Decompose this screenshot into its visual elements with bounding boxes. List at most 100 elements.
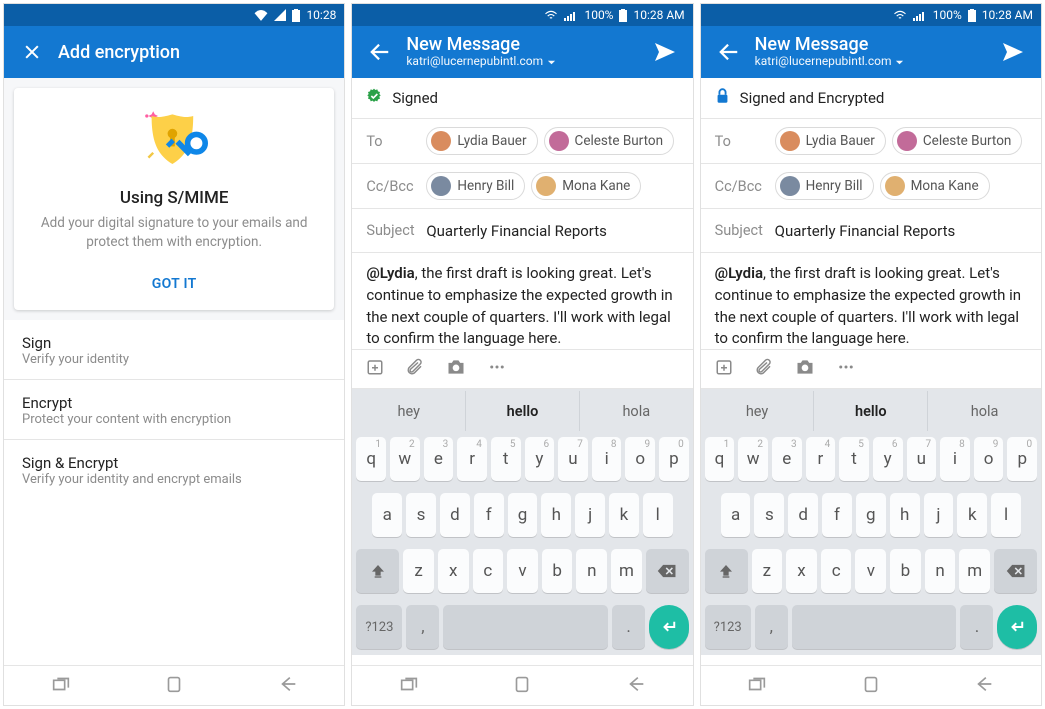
key-g[interactable]: g bbox=[508, 493, 538, 537]
key-z[interactable]: z bbox=[752, 549, 783, 593]
more-icon[interactable] bbox=[837, 358, 855, 380]
home-icon[interactable] bbox=[860, 673, 882, 699]
key-y[interactable]: y6 bbox=[525, 437, 555, 481]
key-v[interactable]: v bbox=[507, 549, 538, 593]
recent-apps-icon[interactable] bbox=[398, 673, 420, 699]
email-body[interactable]: @Lydia, the first draft is looking great… bbox=[352, 253, 692, 349]
key-o[interactable]: o9 bbox=[625, 437, 655, 481]
key-w[interactable]: w2 bbox=[738, 437, 768, 481]
key-r[interactable]: r4 bbox=[806, 437, 836, 481]
option-encrypt[interactable]: Encrypt Protect your content with encryp… bbox=[4, 380, 344, 440]
recipient-chip[interactable]: Celeste Burton bbox=[892, 127, 1022, 155]
recipient-chip[interactable]: Lydia Bauer bbox=[775, 127, 886, 155]
key-l[interactable]: l bbox=[991, 493, 1021, 537]
key-g[interactable]: g bbox=[856, 493, 886, 537]
got-it-button[interactable]: GOT IT bbox=[38, 266, 310, 302]
shift-key[interactable] bbox=[705, 549, 748, 593]
subject-row[interactable]: Subject Quarterly Financial Reports bbox=[352, 209, 692, 253]
key-d[interactable]: d bbox=[788, 493, 818, 537]
cc-row[interactable]: Cc/Bcc Henry Bill Mona Kane bbox=[352, 164, 692, 209]
key-a[interactable]: a bbox=[721, 493, 751, 537]
suggestion[interactable]: hey bbox=[701, 391, 815, 431]
recipient-chip[interactable]: Lydia Bauer bbox=[426, 127, 537, 155]
key-n[interactable]: n bbox=[576, 549, 607, 593]
camera-icon[interactable] bbox=[446, 358, 466, 380]
key-f[interactable]: f bbox=[822, 493, 852, 537]
key-p[interactable]: p0 bbox=[659, 437, 689, 481]
recipient-chip[interactable]: Celeste Burton bbox=[544, 127, 674, 155]
key-m[interactable]: m bbox=[959, 549, 990, 593]
key-i[interactable]: i8 bbox=[940, 437, 970, 481]
calendar-add-icon[interactable] bbox=[366, 358, 384, 380]
key-z[interactable]: z bbox=[403, 549, 434, 593]
key-a[interactable]: a bbox=[372, 493, 402, 537]
key-x[interactable]: x bbox=[438, 549, 469, 593]
option-sign[interactable]: Sign Verify your identity bbox=[4, 320, 344, 380]
to-row[interactable]: To Lydia Bauer Celeste Burton bbox=[352, 119, 692, 164]
key-h[interactable]: h bbox=[541, 493, 571, 537]
close-icon[interactable] bbox=[18, 38, 46, 66]
home-icon[interactable] bbox=[163, 673, 185, 699]
key-c[interactable]: c bbox=[821, 549, 852, 593]
key-u[interactable]: u7 bbox=[558, 437, 588, 481]
period-key[interactable]: . bbox=[960, 605, 993, 649]
security-banner[interactable]: Signed bbox=[352, 78, 692, 119]
backspace-key[interactable] bbox=[646, 549, 689, 593]
key-j[interactable]: j bbox=[924, 493, 954, 537]
more-icon[interactable] bbox=[488, 358, 506, 380]
calendar-add-icon[interactable] bbox=[715, 358, 733, 380]
home-icon[interactable] bbox=[511, 673, 533, 699]
suggestion[interactable]: hola bbox=[580, 391, 693, 431]
key-c[interactable]: c bbox=[473, 549, 504, 593]
subject-row[interactable]: Subject Quarterly Financial Reports bbox=[701, 209, 1041, 253]
key-b[interactable]: b bbox=[542, 549, 573, 593]
key-i[interactable]: i8 bbox=[592, 437, 622, 481]
camera-icon[interactable] bbox=[795, 358, 815, 380]
back-icon[interactable] bbox=[973, 673, 995, 699]
to-row[interactable]: To Lydia Bauer Celeste Burton bbox=[701, 119, 1041, 164]
recent-apps-icon[interactable] bbox=[746, 673, 768, 699]
shift-key[interactable] bbox=[356, 549, 399, 593]
key-f[interactable]: f bbox=[474, 493, 504, 537]
key-o[interactable]: o9 bbox=[974, 437, 1004, 481]
period-key[interactable]: . bbox=[612, 605, 645, 649]
symbols-key[interactable]: ?123 bbox=[356, 605, 402, 649]
attachment-icon[interactable] bbox=[755, 358, 773, 380]
attachment-icon[interactable] bbox=[406, 358, 424, 380]
key-b[interactable]: b bbox=[890, 549, 921, 593]
key-q[interactable]: q1 bbox=[705, 437, 735, 481]
key-t[interactable]: t5 bbox=[491, 437, 521, 481]
key-r[interactable]: r4 bbox=[457, 437, 487, 481]
key-e[interactable]: e3 bbox=[772, 437, 802, 481]
symbols-key[interactable]: ?123 bbox=[705, 605, 751, 649]
back-arrow-icon[interactable] bbox=[715, 38, 743, 66]
key-t[interactable]: t5 bbox=[839, 437, 869, 481]
enter-key[interactable] bbox=[649, 605, 689, 649]
key-u[interactable]: u7 bbox=[907, 437, 937, 481]
security-banner[interactable]: Signed and Encrypted bbox=[701, 78, 1041, 119]
comma-key[interactable]: , bbox=[406, 605, 439, 649]
email-body[interactable]: @Lydia, the first draft is looking great… bbox=[701, 253, 1041, 349]
space-key[interactable] bbox=[792, 605, 957, 649]
key-h[interactable]: h bbox=[890, 493, 920, 537]
back-icon[interactable] bbox=[625, 673, 647, 699]
from-account-picker[interactable]: katri@lucernepubintl.com bbox=[755, 55, 905, 69]
suggestion[interactable]: hey bbox=[352, 391, 466, 431]
recent-apps-icon[interactable] bbox=[50, 673, 72, 699]
option-sign-encrypt[interactable]: Sign & Encrypt Verify your identity and … bbox=[4, 440, 344, 499]
key-s[interactable]: s bbox=[754, 493, 784, 537]
back-arrow-icon[interactable] bbox=[366, 38, 394, 66]
recipient-chip[interactable]: Mona Kane bbox=[880, 172, 990, 200]
enter-key[interactable] bbox=[997, 605, 1037, 649]
space-key[interactable] bbox=[443, 605, 608, 649]
key-s[interactable]: s bbox=[406, 493, 436, 537]
recipient-chip[interactable]: Mona Kane bbox=[531, 172, 641, 200]
key-e[interactable]: e3 bbox=[424, 437, 454, 481]
recipient-chip[interactable]: Henry Bill bbox=[426, 172, 525, 200]
key-k[interactable]: k bbox=[609, 493, 639, 537]
key-q[interactable]: q1 bbox=[356, 437, 386, 481]
send-button[interactable] bbox=[999, 38, 1027, 66]
suggestion[interactable]: hello bbox=[466, 391, 580, 431]
suggestion[interactable]: hola bbox=[928, 391, 1041, 431]
key-l[interactable]: l bbox=[643, 493, 673, 537]
